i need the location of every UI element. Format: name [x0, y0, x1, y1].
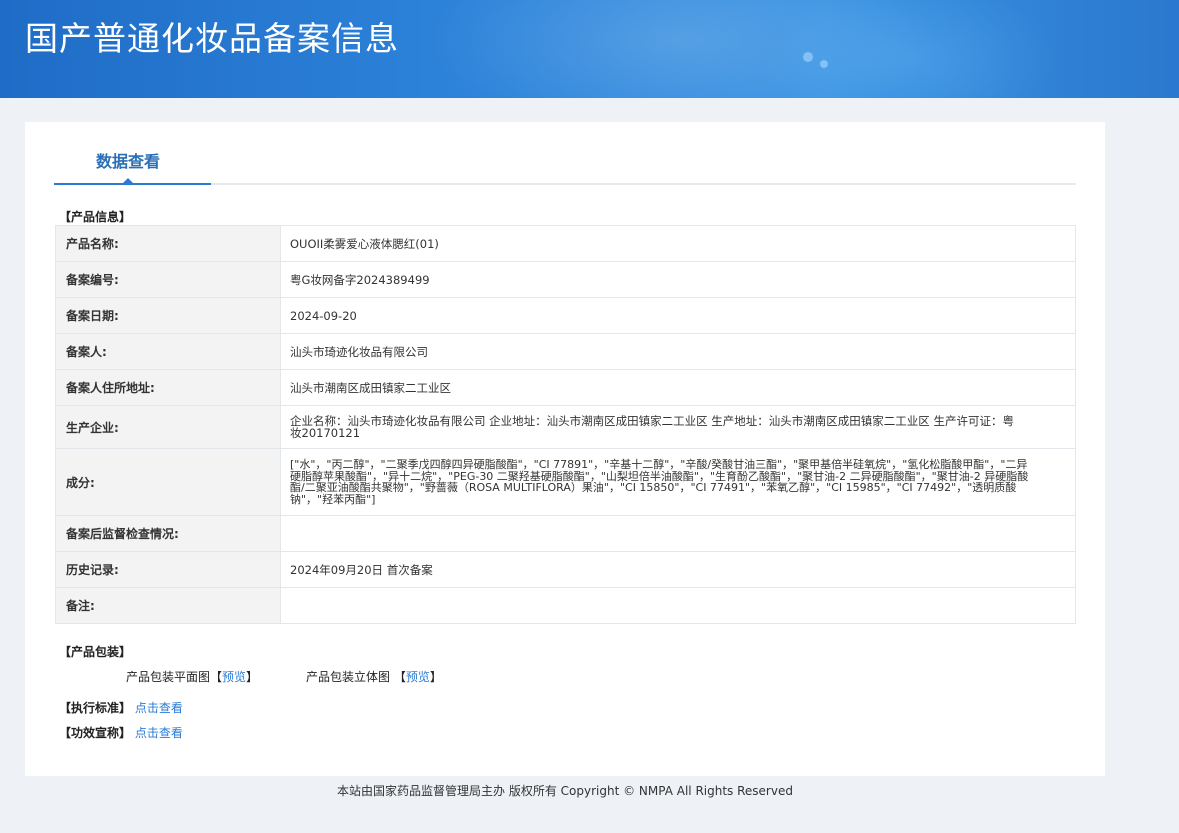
header-banner: 国产普通化妆品备案信息	[0, 0, 1179, 98]
row-label: 备注:	[55, 587, 281, 624]
row-label: 备案日期:	[55, 297, 281, 334]
standard-line: 【执行标准】 点击查看	[59, 699, 183, 716]
manufacturer-text: 企业名称：汕头市琦迹化妆品有限公司 企业地址：汕头市潮南区成田镇家二工业区 生产…	[290, 414, 1014, 440]
table-row: 备注:	[55, 587, 1076, 624]
efficacy-line: 【功效宣称】 点击查看	[59, 724, 183, 741]
tab-label: 数据查看	[96, 152, 161, 171]
table-row: 生产企业: 企业名称：汕头市琦迹化妆品有限公司 企业地址：汕头市潮南区成田镇家二…	[55, 405, 1076, 449]
tab-bar: 数据查看	[54, 122, 1076, 185]
banner-glow	[760, 0, 1060, 98]
table-row: 备案人住所地址: 汕头市潮南区成田镇家二工业区	[55, 369, 1076, 406]
table-row: 备案日期: 2024-09-20	[55, 297, 1076, 334]
flat-preview-link[interactable]: 预览	[222, 670, 246, 684]
row-label: 备案人住所地址:	[55, 369, 281, 406]
row-value	[280, 515, 1076, 552]
table-row: 备案人: 汕头市琦迹化妆品有限公司	[55, 333, 1076, 370]
ingredients-text: ["水"，"丙二醇"，"二聚季戊四醇四异硬脂酸酯"，"CI 77891"，"辛基…	[290, 458, 1029, 506]
page-title: 国产普通化妆品备案信息	[25, 19, 399, 58]
section-standard: 【执行标准】	[59, 701, 132, 715]
footer: 本站由国家药品监督管理局主办 版权所有 Copyright © NMPA All…	[337, 784, 793, 798]
main-card: 数据查看 【产品信息】 产品名称: OUOII柔雾爱心液体腮红(01) 备案编号…	[25, 122, 1105, 776]
packaging-solid-label: 产品包装立体图	[306, 670, 391, 684]
table-row: 备案编号: 粤G妆网备字2024389499	[55, 261, 1076, 298]
row-label: 备案编号:	[55, 261, 281, 298]
banner-dot	[820, 60, 828, 68]
row-value: 汕头市琦迹化妆品有限公司	[280, 333, 1076, 370]
row-label: 产品名称:	[55, 225, 281, 262]
section-packaging: 【产品包装】	[59, 645, 132, 659]
efficacy-view-link[interactable]: 点击查看	[135, 726, 183, 740]
table-row: 成分: ["水"，"丙二醇"，"二聚季戊四醇四异硬脂酸酯"，"CI 77891"…	[55, 448, 1076, 516]
row-label: 成分:	[55, 448, 281, 516]
row-value: 粤G妆网备字2024389499	[280, 261, 1076, 298]
banner-dot	[803, 52, 813, 62]
packaging-flat: 产品包装平面图【预览】	[126, 670, 259, 684]
row-value: 2024年09月20日 首次备案	[280, 551, 1076, 588]
row-value	[280, 587, 1076, 624]
tab-data-view[interactable]: 数据查看	[54, 122, 211, 185]
product-info-table: 产品名称: OUOII柔雾爱心液体腮红(01) 备案编号: 粤G妆网备字2024…	[55, 225, 1076, 624]
row-label: 历史记录:	[55, 551, 281, 588]
table-row: 历史记录: 2024年09月20日 首次备案	[55, 551, 1076, 588]
table-row: 产品名称: OUOII柔雾爱心液体腮红(01)	[55, 225, 1076, 262]
caret-up-icon	[122, 178, 134, 184]
standard-view-link[interactable]: 点击查看	[135, 701, 183, 715]
solid-preview-link[interactable]: 预览	[406, 670, 430, 684]
row-value: OUOII柔雾爱心液体腮红(01)	[280, 225, 1076, 262]
row-value: 汕头市潮南区成田镇家二工业区	[280, 369, 1076, 406]
table-row: 备案后监督检查情况:	[55, 515, 1076, 552]
row-label: 生产企业:	[55, 405, 281, 449]
row-value: ["水"，"丙二醇"，"二聚季戊四醇四异硬脂酸酯"，"CI 77891"，"辛基…	[280, 448, 1076, 516]
section-product-info: 【产品信息】	[59, 210, 132, 224]
section-efficacy: 【功效宣称】	[59, 726, 132, 740]
packaging-solid: 产品包装立体图 【预览】	[306, 670, 442, 684]
row-value: 企业名称：汕头市琦迹化妆品有限公司 企业地址：汕头市潮南区成田镇家二工业区 生产…	[280, 405, 1076, 449]
row-label: 备案人:	[55, 333, 281, 370]
row-label: 备案后监督检查情况:	[55, 515, 281, 552]
row-value: 2024-09-20	[280, 297, 1076, 334]
packaging-flat-label: 产品包装平面图	[126, 670, 211, 684]
